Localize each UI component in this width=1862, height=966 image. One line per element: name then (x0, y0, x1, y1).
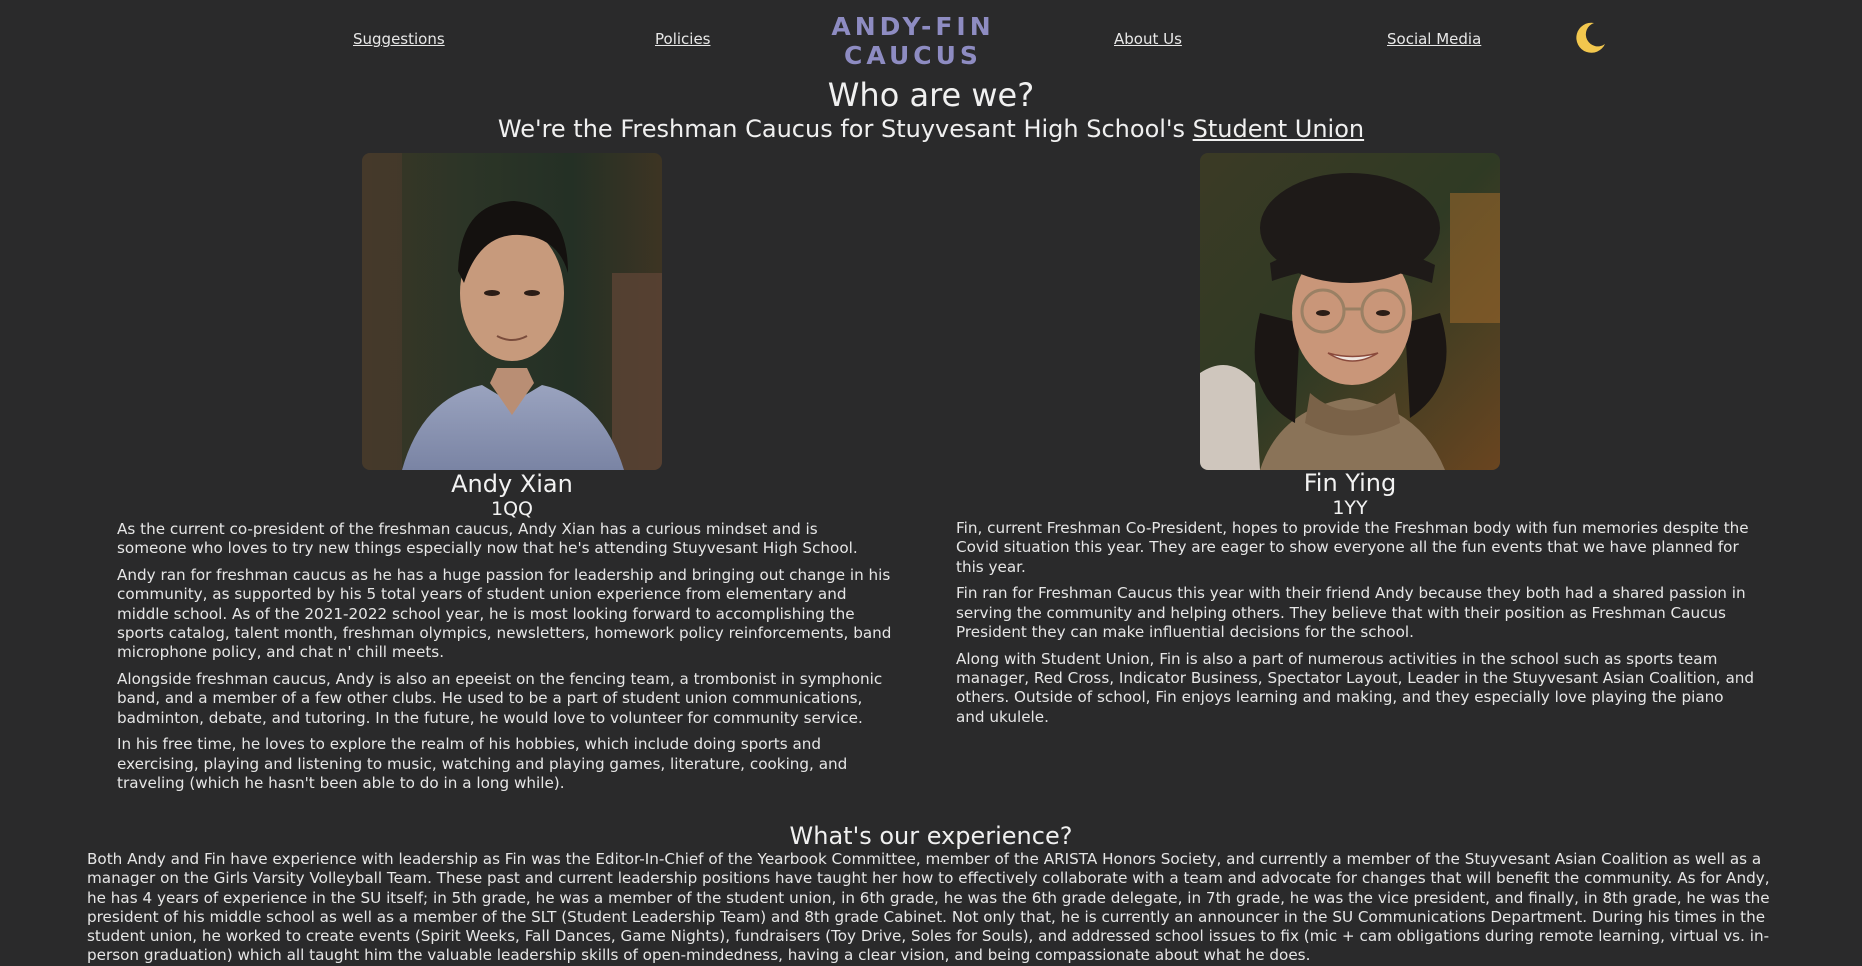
subtitle-text: We're the Freshman Caucus for Stuyvesant… (497, 115, 1193, 143)
brand-logo[interactable]: ANDY-FIN CAUCUS (813, 12, 1013, 70)
experience-body: Both Andy and Fin have experience with l… (87, 850, 1770, 965)
fin-bio: Fin, current Freshman Co-President, hope… (956, 519, 1756, 734)
student-union-link[interactable]: Student Union (1193, 115, 1364, 143)
fin-bio-paragraph: Fin ran for Freshman Caucus this year wi… (956, 584, 1746, 641)
andy-name: Andy Xian (451, 470, 573, 498)
who-are-we-subtitle: We're the Freshman Caucus for Stuyvesant… (0, 115, 1862, 143)
fin-bio-paragraph: Fin, current Freshman Co-President, hope… (956, 519, 1749, 576)
nav-social-link[interactable]: Social Media (1387, 30, 1481, 48)
andy-homeroom: 1QQ (491, 498, 533, 520)
andy-bio-paragraph: In his free time, he loves to explore th… (117, 735, 848, 793)
fin-photo (1200, 153, 1500, 470)
andy-photo (362, 153, 662, 470)
fin-name: Fin Ying (1303, 469, 1397, 497)
nav-suggestions-link[interactable]: Suggestions (353, 30, 445, 48)
andy-bio: As the current co-president of the fresh… (117, 520, 892, 801)
andy-bio-paragraph: Andy ran for freshman caucus as he has a… (117, 566, 892, 662)
experience-heading: What's our experience? (789, 822, 1073, 850)
who-are-we-heading: Who are we? (827, 76, 1035, 114)
brand-line-1: ANDY-FIN (831, 12, 995, 41)
fin-bio-paragraph: Along with Student Union, Fin is also a … (956, 649, 1755, 726)
fin-homeroom: 1YY (1332, 497, 1368, 519)
nav-policies-link[interactable]: Policies (655, 30, 710, 48)
moon-icon[interactable] (1572, 20, 1608, 56)
brand-line-2: CAUCUS (844, 41, 982, 70)
andy-bio-paragraph: As the current co-president of the fresh… (117, 520, 858, 558)
nav-about-link[interactable]: About Us (1114, 30, 1182, 48)
andy-bio-paragraph: Alongside freshman caucus, Andy is also … (117, 670, 883, 727)
